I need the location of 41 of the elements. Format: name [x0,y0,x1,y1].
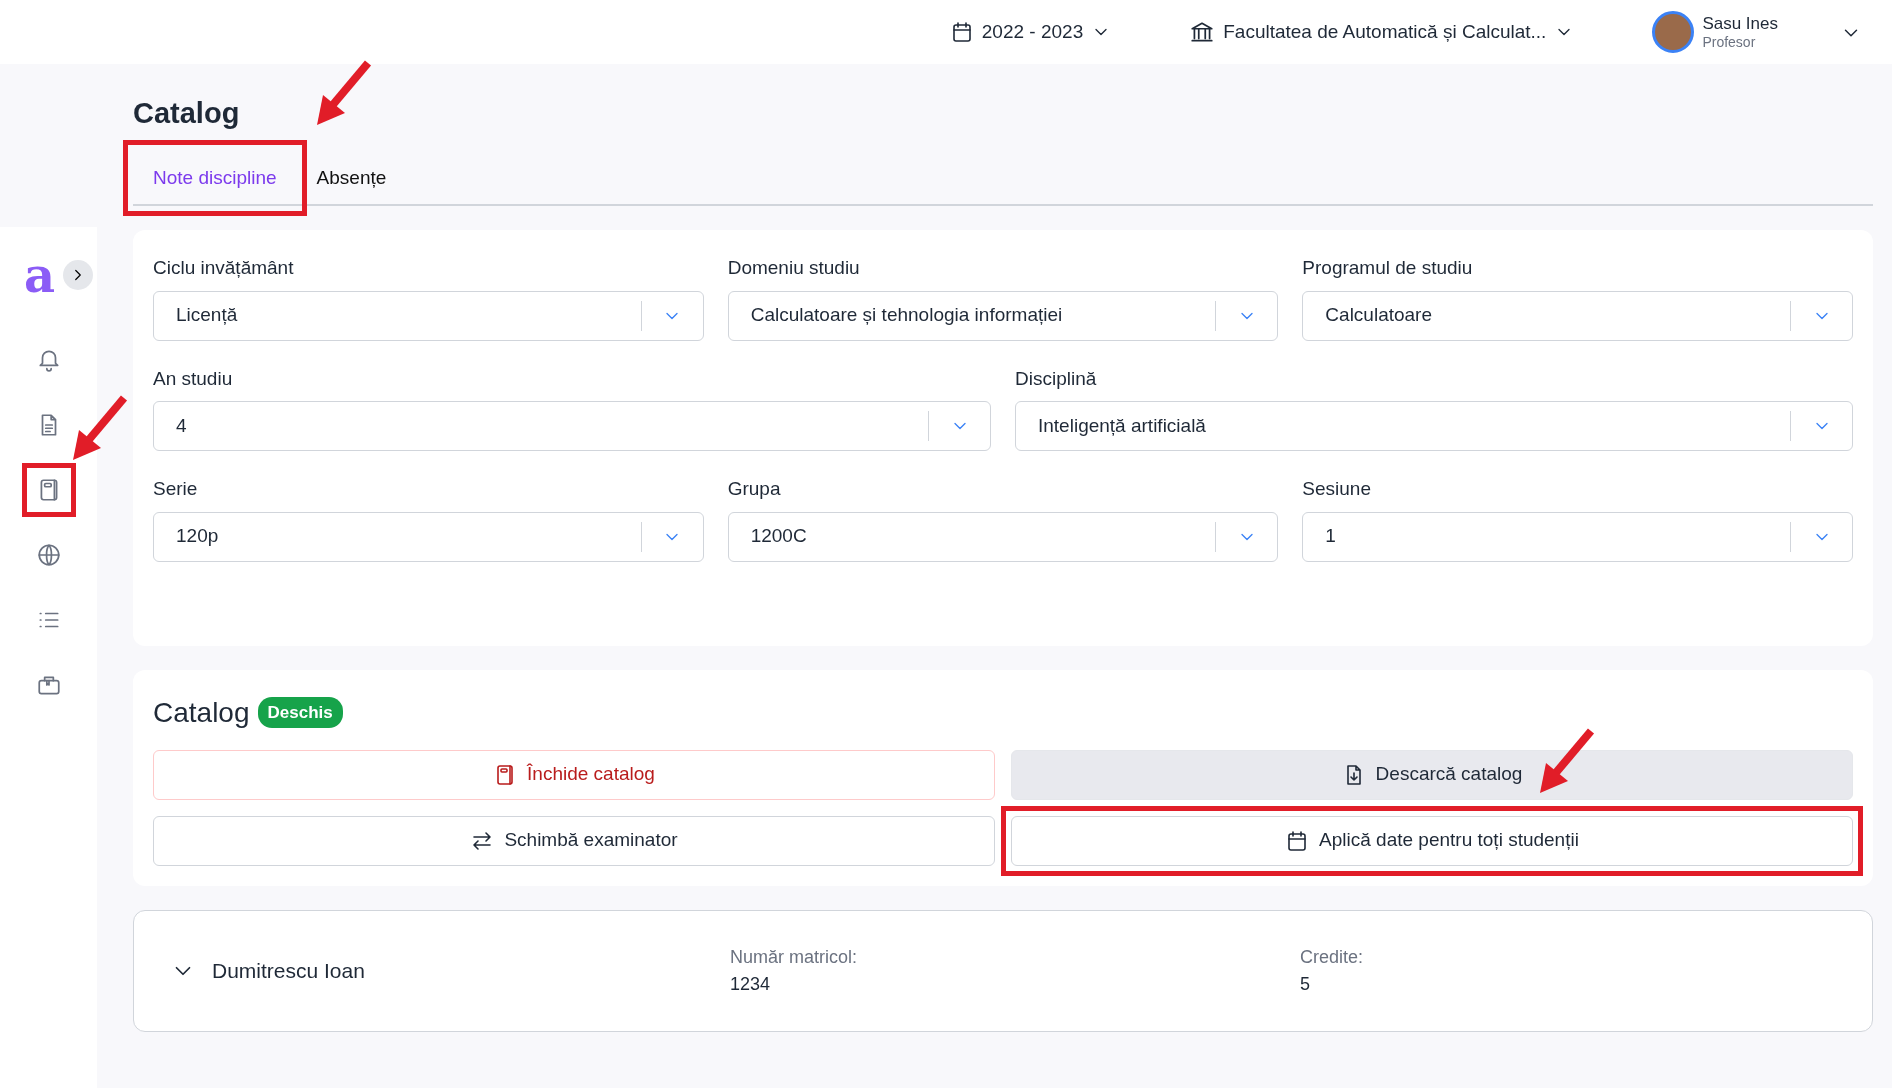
section-title: Catalog [153,695,250,730]
user-role: Profesor [1702,33,1757,52]
field-label: Serie [153,477,199,501]
field-label: Sesiune [1302,477,1372,501]
logo: a [24,251,56,300]
action-button[interactable]: Descarcă catalog [1011,749,1853,800]
faculty-selector[interactable]: Facultatea de Automatică și Calculat... [1165,16,1581,48]
tab[interactable]: Absențe [296,149,407,206]
field-value: 5 [1300,972,1311,996]
expand-sidebar-button[interactable] [63,260,93,291]
field-label: Număr matricol: [730,945,859,969]
user-name: Sasu Ines [1702,12,1778,34]
avatar [1652,11,1695,53]
select-field[interactable]: Calculatoare și tehnologia informației [727,290,1279,341]
globe-icon [36,542,62,569]
action-button[interactable]: Aplică date pentru toți studenții [1011,815,1853,866]
field-label: Programul de studiu [1302,256,1474,280]
annotation-arrow [1540,727,1595,793]
status-badge: Deschis [257,696,343,729]
tab[interactable]: Note discipline [133,149,297,206]
field-label: Ciclu invățământ [153,256,295,280]
field-label: Disciplină [1015,366,1098,391]
annotation-arrow [317,59,372,125]
select-field[interactable]: 1 [1302,511,1853,562]
annotation-arrow [73,395,128,461]
field-label: Credite: [1300,945,1364,969]
select-field[interactable]: 120p [153,511,704,562]
page-title: Catalog [133,97,240,129]
field-label: Grupa [727,477,782,501]
select-field[interactable]: Licență [153,290,704,341]
select-field[interactable]: 1200C [727,511,1279,562]
action-button[interactable]: Schimbă examinator [153,815,995,866]
select-field[interactable]: Calculatoare [1302,290,1853,341]
select-field[interactable]: 4 [153,401,991,451]
select-field[interactable]: Inteligență artificială [1015,401,1853,451]
field-label: An studiu [153,366,234,391]
year-selector[interactable]: 2022 - 2023 [943,16,1118,48]
student-toggle[interactable]: Dumitrescu Ioan [170,954,730,987]
action-button[interactable]: Închide catalog [153,749,995,800]
field-label: Domeniu studiu [727,256,861,280]
field-value: 1234 [730,972,772,996]
